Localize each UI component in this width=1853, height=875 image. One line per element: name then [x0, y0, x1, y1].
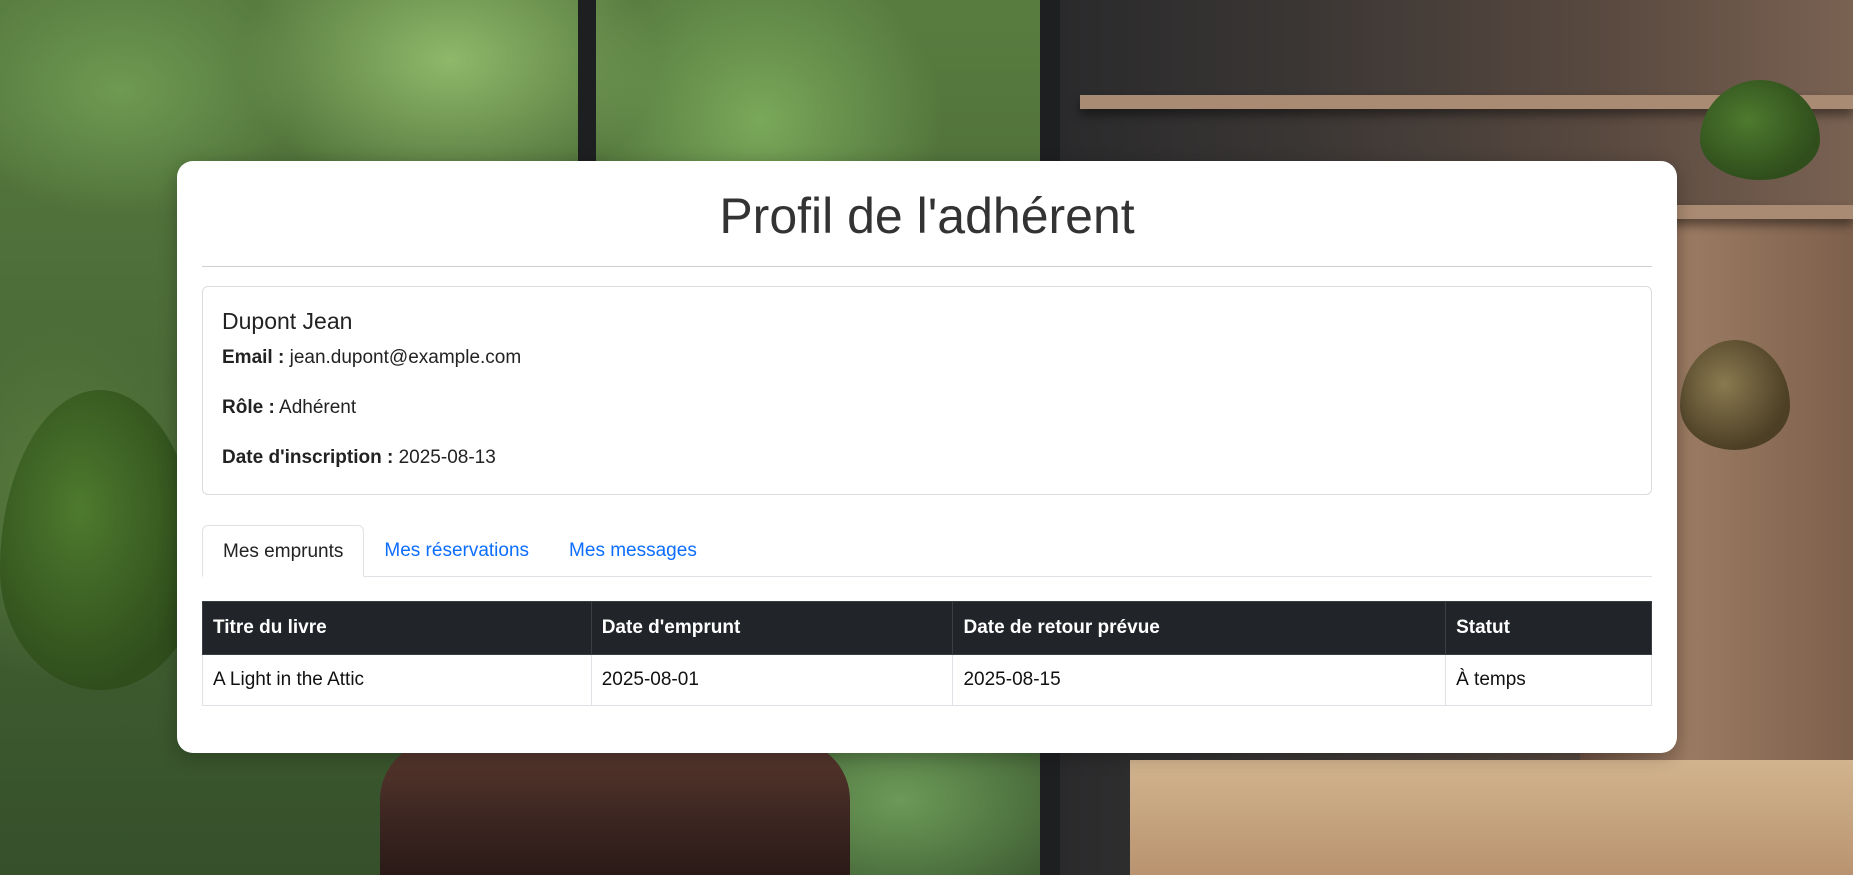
page-title: Profil de l'adhérent: [719, 188, 1135, 244]
cell-status: À temps: [1445, 654, 1652, 706]
profile-tabs: Mes emprunts Mes réservations Mes messag…: [202, 525, 1652, 577]
tab-mes-messages[interactable]: Mes messages: [549, 525, 717, 577]
signup-value: 2025-08-13: [398, 447, 496, 468]
background-chair: [380, 740, 850, 875]
column-header-status: Statut: [1445, 601, 1652, 655]
member-role-line: Rôle : Adhérent: [222, 397, 1632, 419]
signup-label: Date d'inscription :: [222, 447, 394, 468]
tab-mes-reservations[interactable]: Mes réservations: [364, 525, 549, 577]
column-header-loan-date: Date d'emprunt: [590, 601, 954, 655]
email-value: jean.dupont@example.com: [289, 347, 522, 368]
cell-loan-date: 2025-08-01: [590, 654, 954, 706]
tab-mes-emprunts[interactable]: Mes emprunts: [202, 525, 365, 577]
cell-due-date: 2025-08-15: [952, 654, 1447, 706]
title-divider: [202, 266, 1652, 267]
loans-table: Titre du livre Date d'emprunt Date de re…: [202, 601, 1652, 706]
column-header-due-date: Date de retour prévue: [952, 601, 1447, 655]
member-name: Dupont Jean: [222, 308, 353, 334]
background-desk: [1130, 760, 1853, 875]
column-header-title: Titre du livre: [202, 601, 592, 655]
role-label: Rôle :: [222, 397, 275, 418]
cell-book-title: A Light in the Attic: [202, 654, 592, 706]
member-email-line: Email : jean.dupont@example.com: [222, 347, 1632, 369]
role-value: Adhérent: [279, 397, 357, 418]
table-row: A Light in the Attic 2025-08-01 2025-08-…: [202, 654, 1652, 706]
member-info-box: Dupont Jean Email : jean.dupont@example.…: [202, 286, 1652, 495]
email-label: Email :: [222, 347, 285, 368]
table-header-row: Titre du livre Date d'emprunt Date de re…: [202, 601, 1652, 655]
member-signup-line: Date d'inscription : 2025-08-13: [222, 447, 1632, 469]
profile-card: Profil de l'adhérent Dupont Jean Email :…: [177, 161, 1677, 753]
